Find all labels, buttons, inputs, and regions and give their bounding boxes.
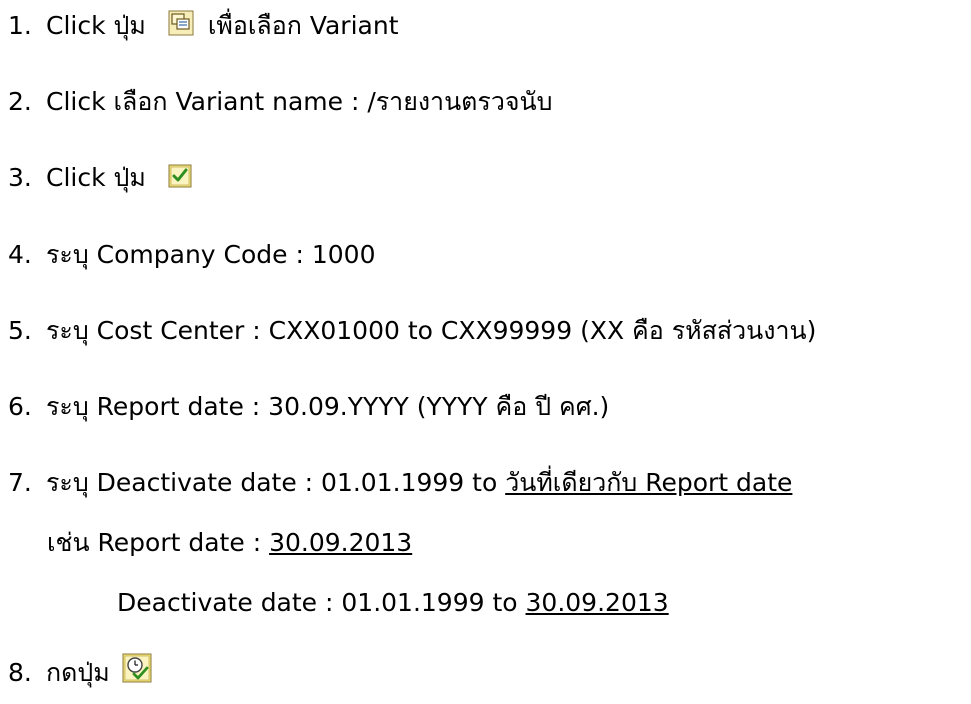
- step-4: 4. ระบุ Company Code : 1000: [8, 238, 376, 272]
- step-number: 1.: [8, 11, 32, 40]
- step-7-example: เช่น Report date : 30.09.2013: [47, 526, 412, 560]
- step-2: 2. Click เลือก Variant name : /รายงานตรวจ…: [8, 85, 553, 119]
- step-3: 3. Click ปุ่ม: [8, 161, 192, 195]
- step-7: 7. ระบุ Deactivate date : 01.01.1999 to ว…: [8, 466, 792, 500]
- example-underlined-text: 30.09.2013: [269, 528, 413, 557]
- step-text-suffix: เพื่อเลือก Variant: [207, 11, 399, 40]
- step-number: 4.: [8, 240, 32, 269]
- step-text: ระบุ Company Code : 1000: [46, 240, 376, 269]
- step-number: 5.: [8, 316, 32, 345]
- step-number: 8.: [8, 658, 32, 687]
- step-1: 1. Click ปุ่ม เพื่อเลือก Variant: [8, 9, 399, 43]
- step-number: 7.: [8, 468, 32, 497]
- confirm-check-icon[interactable]: [168, 163, 192, 188]
- example-text: เช่น Report date :: [47, 528, 270, 557]
- step-7-example-2: Deactivate date : 01.01.1999 to 30.09.20…: [117, 586, 669, 620]
- step-number: 2.: [8, 87, 32, 116]
- step-text: Click ปุ่ม: [46, 163, 146, 192]
- step-underlined-text: วันที่เดียวกับ Report date: [505, 468, 793, 497]
- get-variant-icon[interactable]: [168, 10, 194, 36]
- step-text: กดปุ่ม: [46, 658, 110, 687]
- step-text: Click ปุ่ม: [46, 11, 146, 40]
- example-underlined-text: 30.09.2013: [525, 588, 669, 617]
- execute-clock-icon[interactable]: [122, 653, 152, 683]
- step-text: ระบุ Report date : 30.09.YYYY (YYYY คือ …: [46, 392, 610, 421]
- step-number: 3.: [8, 163, 32, 192]
- step-6: 6. ระบุ Report date : 30.09.YYYY (YYYY คื…: [8, 390, 609, 424]
- step-5: 5. ระบุ Cost Center : CXX01000 to CXX9999…: [8, 314, 816, 348]
- step-8: 8. กดปุ่ม: [8, 653, 152, 690]
- step-text: ระบุ Cost Center : CXX01000 to CXX99999 …: [46, 316, 817, 345]
- step-text: Click เลือก Variant name : /รายงานตรวจนั…: [46, 87, 553, 116]
- step-text: ระบุ Deactivate date : 01.01.1999 to: [46, 468, 506, 497]
- example-text: Deactivate date : 01.01.1999 to: [117, 588, 526, 617]
- step-number: 6.: [8, 392, 32, 421]
